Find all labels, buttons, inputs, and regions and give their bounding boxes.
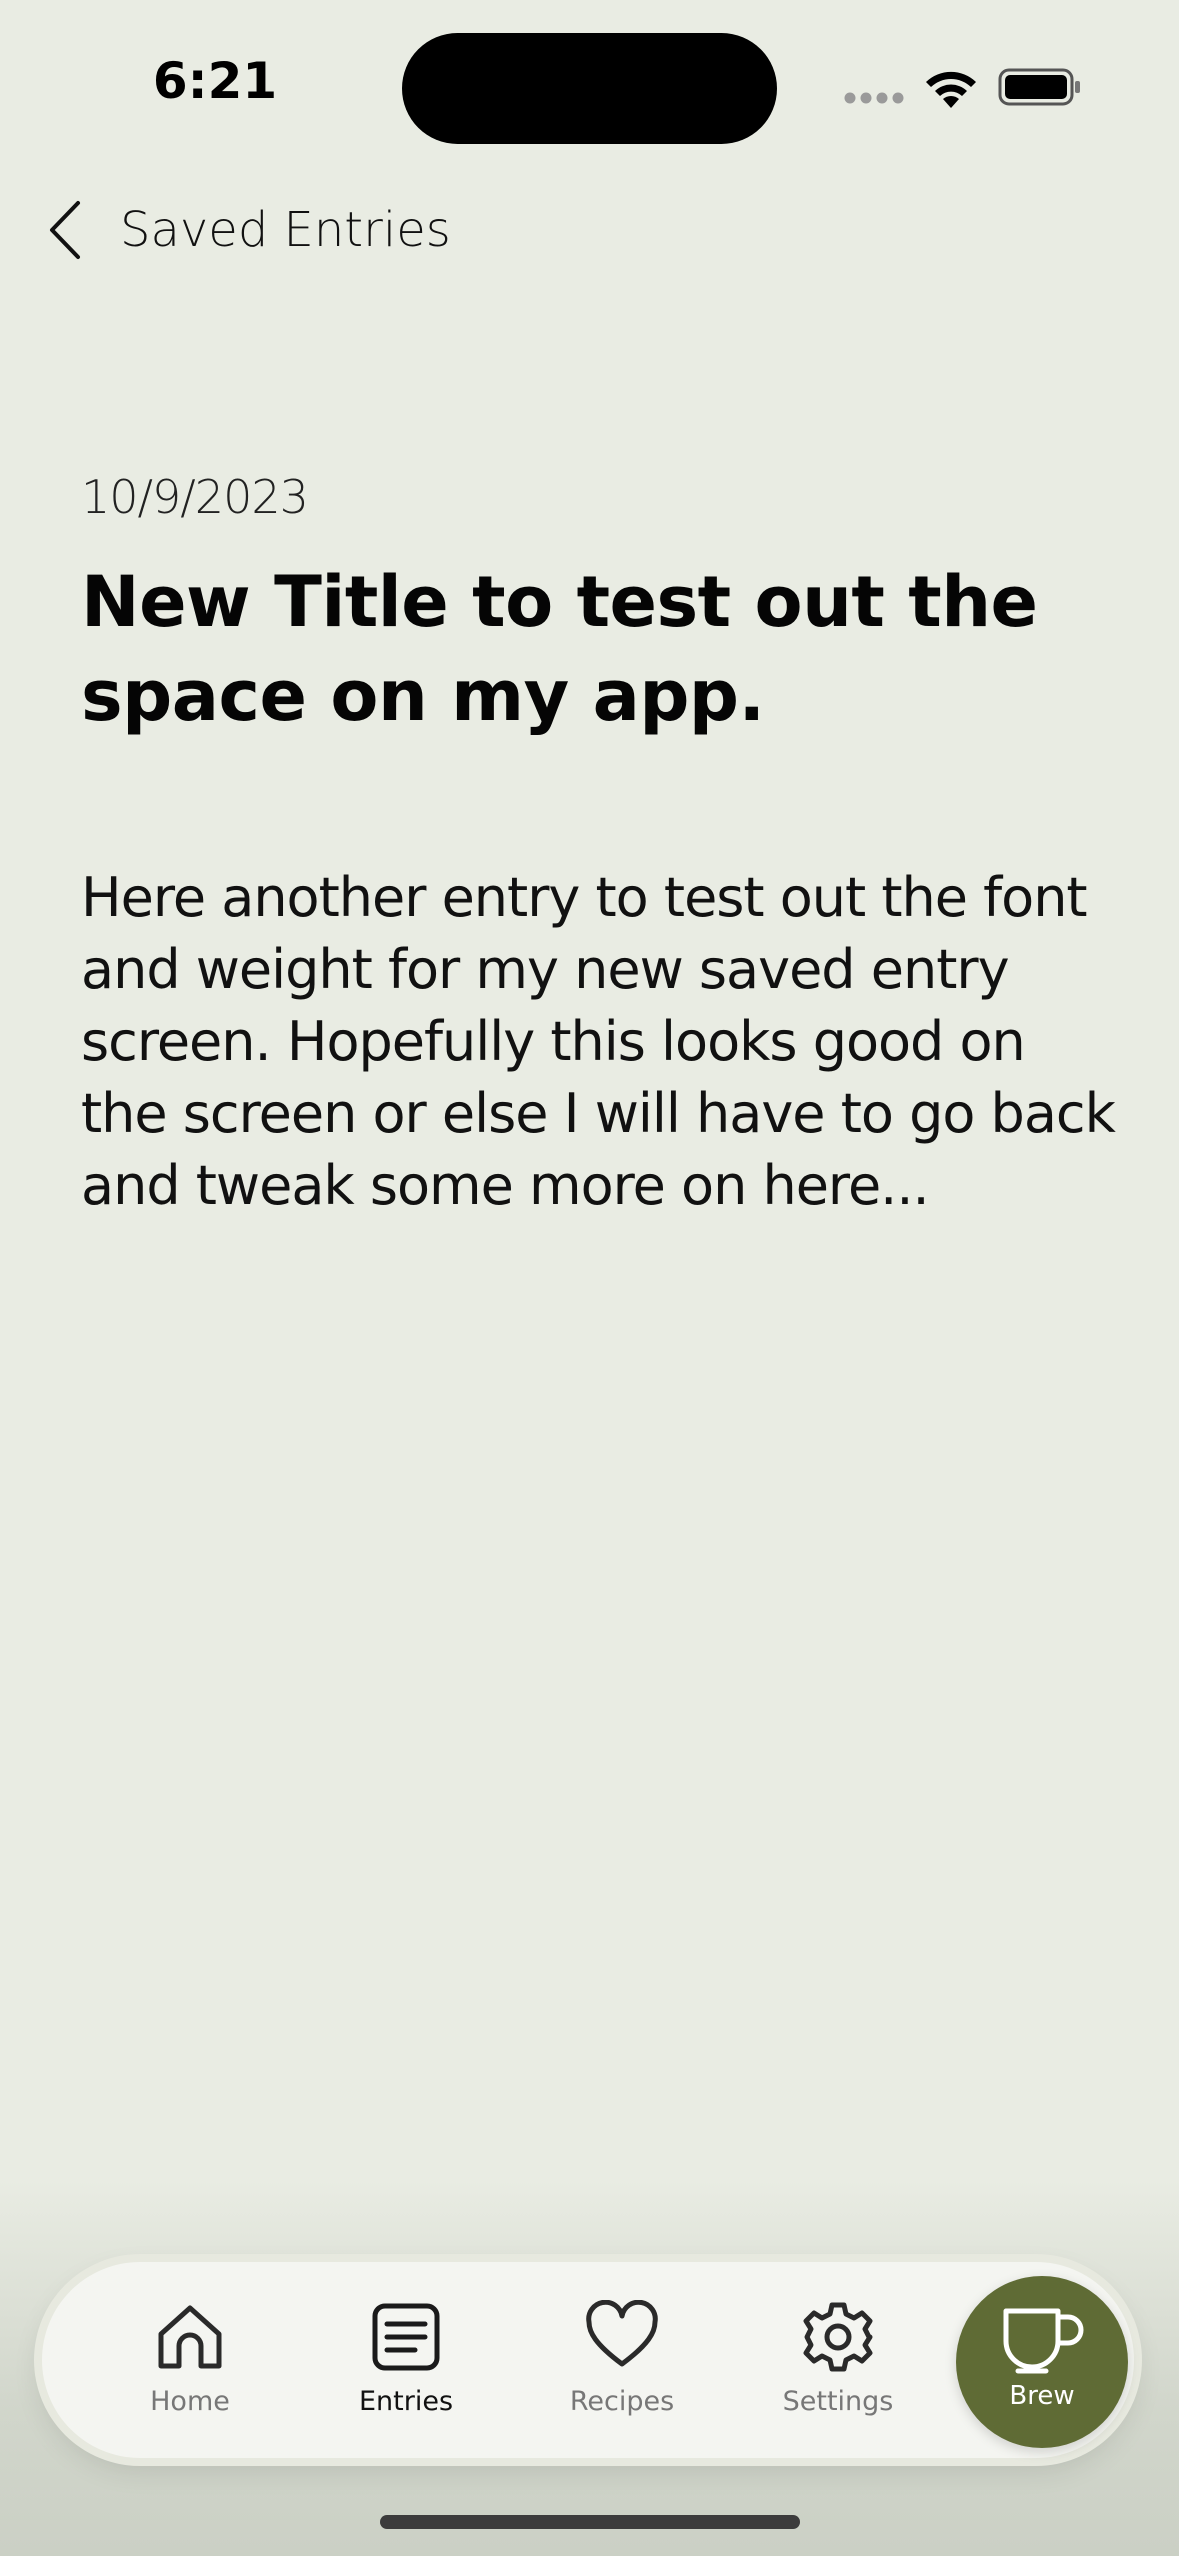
status-time: 6:21: [152, 52, 278, 110]
chevron-left-icon: [50, 201, 80, 259]
tab-recipes-label: Recipes: [569, 2386, 675, 2417]
entry-title: New Title to test out the space on my ap…: [81, 561, 1038, 737]
status-bar: 6:21: [0, 0, 1179, 150]
tab-settings-label: Settings: [782, 2386, 894, 2417]
tab-settings[interactable]: Settings: [753, 2300, 923, 2430]
tab-entries-label: Entries: [358, 2386, 454, 2417]
list-icon: [372, 2303, 440, 2371]
entry-body: Here another entry to test out the font …: [81, 866, 1116, 1217]
back-button[interactable]: Saved Entries: [40, 190, 451, 270]
tab-home[interactable]: Home: [105, 2300, 275, 2430]
entry-date: 10/9/2023: [81, 470, 309, 524]
cellular-signal-icon: [844, 92, 904, 104]
battery-icon: [998, 68, 1080, 106]
tab-recipes[interactable]: Recipes: [537, 2300, 707, 2430]
cup-icon: [1003, 2308, 1084, 2374]
back-label: Saved Entries: [120, 202, 451, 258]
wifi-icon: [926, 71, 976, 108]
brew-label: Brew: [1009, 2381, 1075, 2411]
heart-icon: [586, 2300, 658, 2367]
gear-icon: [803, 2302, 873, 2372]
tab-home-label: Home: [150, 2386, 230, 2417]
home-indicator[interactable]: [380, 2515, 800, 2529]
tab-entries[interactable]: Entries: [321, 2300, 491, 2430]
dynamic-island: [402, 33, 777, 144]
house-icon: [158, 2305, 222, 2369]
brew-button[interactable]: Brew: [956, 2276, 1128, 2448]
